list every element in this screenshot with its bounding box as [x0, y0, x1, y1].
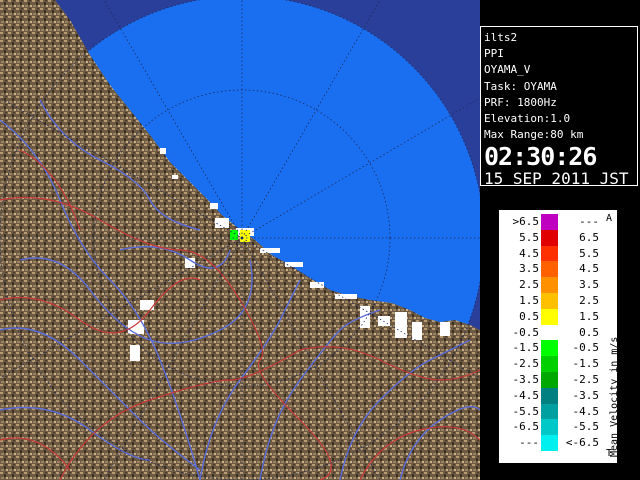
legend-color-swatch: [541, 229, 558, 246]
legend-upper-bound: -2.5: [572, 373, 600, 386]
legend-row: -0.5 0.5: [499, 324, 619, 341]
legend-upper-bound: 4.5: [579, 262, 599, 276]
legend-upper-bound: 3.5: [579, 278, 599, 292]
scan-date: 15 SEP 2011 JST: [484, 169, 629, 189]
legend-row: 0.5 1.5: [499, 308, 619, 325]
legend-upper-bound: 1.5: [579, 309, 599, 323]
product-name: OYAMA_V: [484, 63, 531, 77]
legend-lower-bound: -3.5: [512, 373, 540, 386]
legend-color-swatch: [541, 435, 558, 451]
legend-color-swatch: [541, 419, 558, 436]
legend-lower-bound: 0.5: [519, 309, 539, 323]
legend-upper-bound: 5.5: [579, 246, 599, 260]
legend-bottom-mark: T: [605, 448, 613, 459]
radar-ppi-map[interactable]: [0, 0, 480, 480]
legend-color-swatch: [541, 293, 558, 309]
legend-row: >6.5 ---: [499, 214, 619, 230]
legend-lower-bound: 3.5: [519, 262, 539, 276]
legend-upper-bound: <-6.5: [565, 436, 599, 450]
legend-row: -6.5 -5.5: [499, 419, 619, 436]
legend-row: 4.5 5.5: [499, 245, 619, 262]
legend-row: 3.5 4.5: [499, 261, 619, 278]
elevation-label: Elevation:1.0: [484, 112, 571, 126]
site-code: ilts2: [484, 31, 518, 44]
legend-lower-bound: 2.5: [519, 278, 539, 292]
legend-row: -5.5 -4.5: [499, 403, 619, 420]
legend-row: -4.5 -3.5: [499, 387, 619, 404]
legend-row: -3.5 -2.5: [499, 372, 619, 388]
legend-row: --- <-6.5: [499, 435, 619, 451]
legend-color-swatch: [541, 372, 558, 388]
velocity-legend: >6.5 --- 5.5 6.5 4.5 5.5 3.5 4.5 2.5 3.5 1.5 2.5 0.5…: [498, 209, 620, 464]
legend-color-swatch: [541, 214, 558, 230]
legend-color-swatch: [541, 356, 558, 372]
legend-upper-bound: 2.5: [579, 294, 599, 307]
radar-map-canvas: [0, 0, 480, 480]
legend-upper-bound: -4.5: [572, 404, 600, 418]
legend-row: -1.5 -0.5: [499, 340, 619, 357]
velocity-echo-yellow: [240, 230, 250, 242]
scan-info-panel: ilts2 PPI OYAMA_V Task: OYAMA PRF: 1800H…: [480, 26, 638, 189]
legend-color-swatch: [541, 261, 558, 278]
legend-upper-bound: 6.5: [579, 230, 599, 244]
scan-type: PPI: [484, 47, 504, 61]
legend-lower-bound: -4.5: [512, 388, 540, 402]
legend-row: 5.5 6.5: [499, 229, 619, 246]
legend-row: 2.5 3.5: [499, 277, 619, 293]
legend-lower-bound: -0.5: [512, 325, 540, 339]
legend-lower-bound: -2.5: [512, 357, 540, 371]
legend-upper-bound: ---: [579, 215, 599, 228]
legend-lower-bound: 1.5: [519, 294, 539, 307]
legend-color-swatch: [541, 277, 558, 293]
legend-top-mark: A: [605, 213, 613, 224]
legend-row: 1.5 2.5: [499, 293, 619, 309]
legend-color-swatch: [541, 245, 558, 262]
legend-lower-bound: >6.5: [512, 215, 540, 228]
legend-upper-bound: -1.5: [572, 357, 600, 371]
legend-lower-bound: -5.5: [512, 404, 540, 418]
legend-upper-bound: 0.5: [579, 325, 599, 339]
legend-lower-bound: 4.5: [519, 246, 539, 260]
prf-label: PRF: 1800Hz: [484, 95, 557, 109]
legend-color-swatch: [541, 308, 558, 325]
scan-time: 02:30:26: [484, 142, 597, 172]
legend-color-swatch: [541, 387, 558, 404]
legend-color-swatch: [541, 403, 558, 420]
task-label: Task: OYAMA: [484, 79, 557, 93]
legend-color-swatch: [541, 340, 558, 357]
legend-upper-bound: -5.5: [572, 420, 600, 434]
legend-lower-bound: -6.5: [512, 420, 540, 434]
legend-upper-bound: -3.5: [572, 388, 600, 402]
legend-lower-bound: -1.5: [512, 341, 540, 355]
legend-color-swatch: [541, 324, 558, 341]
legend-upper-bound: -0.5: [572, 341, 600, 355]
legend-lower-bound: 5.5: [519, 230, 539, 244]
legend-lower-bound: ---: [519, 436, 539, 450]
legend-row: -2.5 -1.5: [499, 356, 619, 372]
legend-title: Mean Velocity in m/s: [609, 336, 620, 457]
max-range-label: Max Range:80 km: [484, 128, 584, 142]
